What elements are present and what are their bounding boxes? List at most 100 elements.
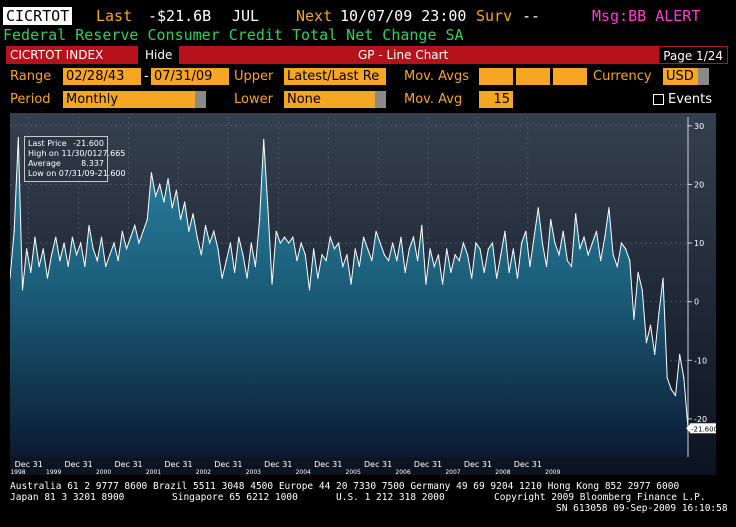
last-label: Last — [96, 7, 133, 25]
x-year-label: 1999 — [46, 469, 61, 475]
data-point — [292, 236, 294, 238]
range-start-field[interactable]: 02/28/43 — [63, 68, 141, 85]
data-point — [358, 265, 360, 268]
legend-row: Last Price -21.600 — [28, 139, 104, 149]
legend-row: Average 8.337 — [28, 159, 104, 169]
data-point — [612, 254, 614, 256]
mov-avg-field-3[interactable] — [553, 68, 587, 85]
x-tick-label: Dec 31 — [15, 460, 43, 469]
data-point — [516, 277, 519, 279]
x-year-label: 2007 — [445, 469, 460, 475]
alert-message[interactable]: Msg:BB ALERT — [592, 7, 700, 25]
data-point — [371, 260, 373, 262]
data-point — [263, 138, 265, 141]
data-point — [496, 277, 498, 279]
data-point — [34, 236, 36, 238]
data-point — [396, 260, 398, 262]
legend-label: Last Price — [28, 139, 67, 148]
data-point — [654, 353, 656, 356]
data-point — [554, 242, 556, 244]
data-point — [379, 242, 381, 244]
data-point — [417, 260, 419, 262]
data-point — [620, 242, 623, 244]
lower-field[interactable]: None — [284, 91, 386, 108]
data-point — [171, 207, 173, 209]
lower-value: None — [287, 92, 321, 107]
last-price-tag: -21.600 — [686, 423, 718, 434]
footer-us: U.S. 1 212 318 2000 — [336, 492, 445, 503]
period-label: Period — [10, 92, 51, 107]
data-point — [217, 248, 219, 250]
ticker-field[interactable]: CICRTOT — [3, 7, 73, 25]
surv-label: Surv — [476, 7, 513, 25]
range-start-value: 02/28/43 — [66, 69, 125, 84]
period-dropdown-icon[interactable] — [195, 91, 206, 108]
data-point — [304, 254, 306, 256]
data-point — [100, 236, 103, 238]
data-point — [683, 377, 685, 379]
data-point — [317, 277, 319, 279]
data-point — [179, 218, 182, 221]
footer-session: SN 613058 09-Sep-2009 16:10:58 — [556, 503, 728, 514]
mov-avg-field-2[interactable] — [516, 68, 550, 85]
data-point — [159, 183, 161, 186]
currency-field[interactable]: USD — [663, 68, 709, 85]
data-point — [450, 271, 452, 273]
x-tick-label: Dec 31 — [414, 460, 442, 469]
range-end-field[interactable]: 07/31/09 — [151, 68, 229, 85]
y-tick-label: 30 — [694, 122, 704, 131]
data-point — [387, 260, 390, 262]
mov-avg-period-field[interactable]: 15 — [479, 91, 513, 108]
data-point — [521, 242, 523, 244]
mov-avg-field-1[interactable] — [479, 68, 513, 85]
data-point — [595, 230, 598, 232]
events-toggle[interactable]: Events — [653, 91, 712, 108]
currency-dropdown-icon[interactable] — [698, 68, 709, 85]
chart-toolbar: CICRTOT INDEX Hide GP - Line Chart Page … — [6, 46, 728, 64]
x-tick-label: Dec 31 — [364, 460, 392, 469]
y-tick-label: 0 — [694, 298, 699, 307]
data-point — [67, 265, 69, 268]
x-year-label: 2009 — [545, 469, 560, 475]
lower-label: Lower — [234, 92, 273, 107]
data-point — [525, 230, 527, 232]
data-point — [221, 277, 223, 279]
data-point — [487, 248, 489, 250]
data-point — [13, 230, 15, 232]
footer-japan: Japan 81 3 3201 8900 — [10, 492, 125, 503]
lower-dropdown-icon[interactable] — [375, 91, 386, 108]
data-point — [117, 260, 119, 262]
data-point — [321, 254, 323, 256]
x-tick-label: Dec 31 — [114, 460, 142, 469]
data-point — [50, 254, 53, 256]
legend-label: Low on 07/31/09 — [28, 169, 95, 178]
line-chart[interactable]: 30 20 10 0 -10 -20 Dec 31 Dec 31 Dec 31 Dec 31 De… — [9, 113, 718, 476]
x-year-label: 2002 — [196, 469, 211, 475]
data-point — [209, 242, 211, 244]
data-point — [508, 271, 510, 273]
data-point — [213, 230, 215, 232]
data-point — [533, 236, 535, 238]
range-label: Range — [10, 69, 52, 84]
data-point — [271, 283, 273, 285]
events-label: Events — [668, 92, 713, 107]
events-checkbox[interactable] — [653, 94, 664, 105]
data-point — [246, 277, 248, 279]
page-indicator[interactable]: Page 1/24 — [658, 46, 728, 64]
period-field[interactable]: Monthly — [63, 91, 206, 108]
data-point — [375, 230, 377, 232]
footer-copyright: Copyright 2009 Bloomberg Finance L.P. — [494, 492, 706, 503]
upper-field[interactable]: Latest/Last Re — [284, 68, 386, 85]
data-point — [333, 248, 336, 250]
x-tick-label: Dec 31 — [314, 460, 342, 469]
data-point — [674, 394, 677, 397]
data-point — [641, 289, 643, 291]
data-point — [512, 248, 514, 250]
hide-button[interactable]: Hide — [138, 46, 180, 64]
data-point — [46, 277, 49, 279]
range-end-value: 07/31/09 — [154, 69, 213, 84]
data-point — [279, 242, 281, 244]
data-point — [150, 172, 153, 174]
next-date: 10/07/09 23:00 — [340, 7, 467, 25]
data-point — [342, 265, 344, 268]
